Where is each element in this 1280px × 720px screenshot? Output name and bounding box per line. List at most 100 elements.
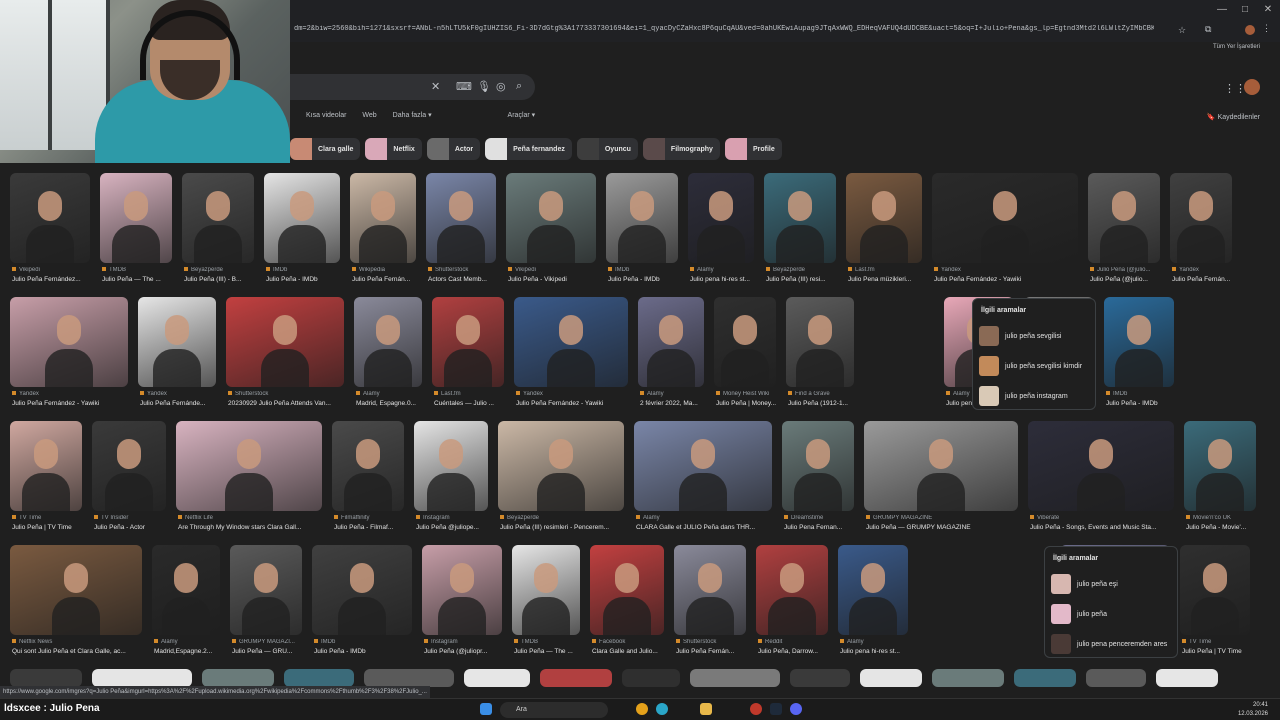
- image-result[interactable]: TMDB Julio Peña — The ...: [100, 173, 172, 285]
- image-thumbnail[interactable]: [688, 173, 754, 263]
- image-thumbnail[interactable]: [1014, 669, 1076, 687]
- image-result[interactable]: TV Insider Julio Peña - Actor: [92, 421, 166, 533]
- system-clock[interactable]: 20:41 12.03.2026: [1238, 701, 1268, 719]
- image-source[interactable]: Instagram: [424, 639, 504, 645]
- image-thumbnail[interactable]: [464, 669, 530, 687]
- image-title[interactable]: Julio Peña Fernández - Yawiki: [516, 400, 630, 407]
- image-thumbnail[interactable]: [10, 669, 82, 687]
- image-thumbnail[interactable]: [864, 421, 1018, 511]
- image-thumbnail[interactable]: [606, 173, 678, 263]
- image-thumbnail[interactable]: [332, 421, 404, 511]
- image-title[interactable]: Julio Peña @juliope...: [416, 524, 490, 531]
- image-thumbnail[interactable]: [1180, 545, 1250, 635]
- image-title[interactable]: Julio Pena Fernan...: [784, 524, 856, 531]
- image-result[interactable]: Vikipedi Julio Peña - Vikipedi: [506, 173, 596, 285]
- image-thumbnail[interactable]: [92, 669, 192, 687]
- image-result[interactable]: Netflix Life Are Through My Window stars …: [176, 421, 322, 533]
- image-source[interactable]: Yandex: [140, 391, 218, 397]
- image-thumbnail[interactable]: [1028, 421, 1174, 511]
- image-thumbnail[interactable]: [506, 173, 596, 263]
- image-title[interactable]: Julio Peña (1912-1...: [788, 400, 856, 407]
- image-title[interactable]: Qui sont Julio Peña et Clara Galle, ac..…: [12, 648, 144, 655]
- star-icon[interactable]: ☆: [1178, 25, 1186, 36]
- image-result[interactable]: Yandex Julio Peña Fernández - Yawiki: [514, 297, 628, 409]
- image-thumbnail[interactable]: [92, 421, 166, 511]
- image-thumbnail[interactable]: [432, 297, 504, 387]
- chip-4[interactable]: Oyuncu: [576, 138, 638, 160]
- image-thumbnail[interactable]: [846, 173, 922, 263]
- image-source[interactable]: Viberate: [1030, 515, 1176, 521]
- image-title[interactable]: Julio Peña, Darrow...: [758, 648, 830, 655]
- image-thumbnail[interactable]: [364, 669, 454, 687]
- image-thumbnail[interactable]: [690, 669, 780, 687]
- image-thumbnail[interactable]: [540, 669, 612, 687]
- image-result[interactable]: Filmaffinity Julio Peña - Filmaf...: [332, 421, 404, 533]
- image-thumbnail[interactable]: [312, 545, 412, 635]
- image-source[interactable]: Beyazperde: [184, 267, 256, 273]
- image-title[interactable]: Julio pena hi-res st...: [840, 648, 910, 655]
- apps-grid-icon[interactable]: ⋮⋮: [1224, 82, 1246, 95]
- image-thumbnail[interactable]: [1086, 669, 1146, 687]
- image-result[interactable]: Yandex Julio Peña Fernánde...: [138, 297, 216, 409]
- image-thumbnail[interactable]: [782, 421, 854, 511]
- image-source[interactable]: Alamy: [690, 267, 756, 273]
- image-source[interactable]: Reddit: [758, 639, 830, 645]
- image-result[interactable]: TV Time Julio Peña | TV Time: [10, 421, 82, 533]
- image-title[interactable]: Actors Cast Memb...: [428, 276, 498, 283]
- image-source[interactable]: Wikipedia: [352, 267, 418, 273]
- image-source[interactable]: Alamy: [640, 391, 706, 397]
- image-result[interactable]: Vikipedi Julio Peña Fernández...: [10, 173, 90, 285]
- edge-icon[interactable]: [656, 703, 668, 715]
- tab-more[interactable]: Daha fazla ▾: [393, 112, 432, 119]
- account-avatar[interactable]: [1244, 79, 1260, 95]
- image-result[interactable]: Beyazperde Julio Peña (III) resi...: [764, 173, 836, 285]
- image-thumbnail[interactable]: [512, 545, 580, 635]
- image-result[interactable]: IMDb Julio Peña - IMDb: [1104, 297, 1174, 409]
- image-thumbnail[interactable]: [756, 545, 828, 635]
- chip-6[interactable]: Profile: [724, 138, 782, 160]
- image-title[interactable]: Julio Peña Fernán...: [676, 648, 748, 655]
- image-thumbnail[interactable]: [176, 421, 322, 511]
- image-source[interactable]: TMDB: [514, 639, 582, 645]
- image-result[interactable]: TV Time Julio Peña | TV Time: [1180, 545, 1250, 657]
- image-title[interactable]: Julio Pena müzikleri...: [848, 276, 924, 283]
- image-source[interactable]: Netflix News: [12, 639, 144, 645]
- image-thumbnail[interactable]: [422, 545, 502, 635]
- image-source[interactable]: Facebook: [592, 639, 666, 645]
- app-icon[interactable]: [750, 703, 762, 715]
- image-source[interactable]: Filmaffinity: [334, 515, 406, 521]
- image-source[interactable]: IMDb: [314, 639, 414, 645]
- image-source[interactable]: Yandex: [1172, 267, 1234, 273]
- image-source[interactable]: Movie'n'co UK: [1186, 515, 1258, 521]
- image-result[interactable]: Beyazperde Julio Peña (III) - B...: [182, 173, 254, 285]
- image-thumbnail[interactable]: [638, 297, 704, 387]
- related-item[interactable]: julio peña: [1051, 603, 1107, 625]
- image-title[interactable]: Julio Peña - Songs, Events and Music Sta…: [1030, 524, 1176, 531]
- image-thumbnail[interactable]: [764, 173, 836, 263]
- image-title[interactable]: Julio Peña — The ...: [514, 648, 582, 655]
- image-source[interactable]: Dreamstime: [784, 515, 856, 521]
- extensions-icon[interactable]: ⧉: [1205, 24, 1211, 35]
- image-title[interactable]: Madrid, Espagne.0...: [356, 400, 424, 407]
- related-item[interactable]: julio peña sevgilisi kimdir: [979, 355, 1082, 377]
- image-source[interactable]: Shutterstock: [228, 391, 346, 397]
- image-title[interactable]: 2 février 2022, Ma...: [640, 400, 706, 407]
- microphone-icon[interactable]: 🎙: [477, 80, 491, 93]
- image-source[interactable]: Alamy: [154, 639, 222, 645]
- image-result[interactable]: Alamy Madrid, Espagne.0...: [354, 297, 422, 409]
- image-thumbnail[interactable]: [10, 545, 142, 635]
- close-button[interactable]: ✕: [1256, 3, 1280, 17]
- image-thumbnail[interactable]: [674, 545, 746, 635]
- image-result[interactable]: Instagram Julio Peña @juliope...: [414, 421, 488, 533]
- image-source[interactable]: Vikipedi: [12, 267, 92, 273]
- image-title[interactable]: Julio Peña - Actor: [94, 524, 168, 531]
- image-source[interactable]: Yandex: [934, 267, 1080, 273]
- image-thumbnail[interactable]: [1104, 297, 1174, 387]
- search-icon[interactable]: ⌕: [516, 80, 522, 93]
- image-title[interactable]: Julio Peña (@juliopr...: [424, 648, 504, 655]
- image-title[interactable]: Julio Peña (@julio...: [1090, 276, 1162, 283]
- image-result[interactable]: Alamy Julio pena hi-res st...: [688, 173, 754, 285]
- image-thumbnail[interactable]: [786, 297, 854, 387]
- image-thumbnail[interactable]: [714, 297, 776, 387]
- image-source[interactable]: Netflix Life: [178, 515, 324, 521]
